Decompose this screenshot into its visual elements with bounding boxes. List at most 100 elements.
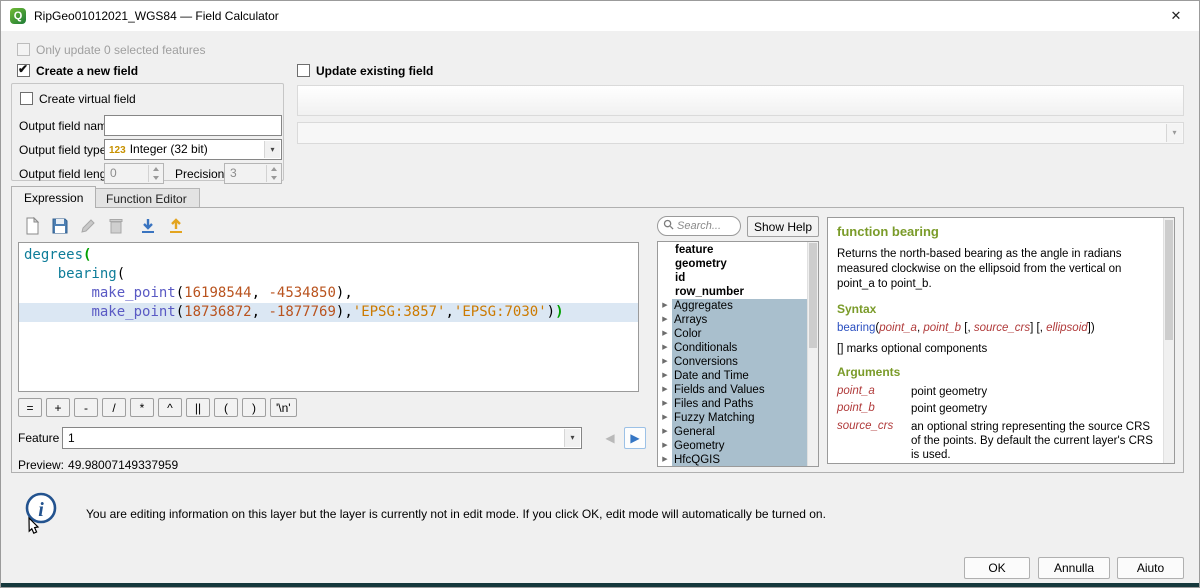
create-new-field-checkbox[interactable]: Create a new field xyxy=(17,64,138,78)
tab-function-editor[interactable]: Function Editor xyxy=(93,188,200,208)
dropdown-arrow-icon[interactable]: ▾ xyxy=(564,429,580,447)
function-group-row[interactable]: ▶Aggregates xyxy=(658,299,807,313)
function-group-row[interactable]: ▶HfcQGIS xyxy=(658,453,807,467)
expand-arrow-icon[interactable]: ▶ xyxy=(658,411,672,425)
operator-button[interactable]: '\n' xyxy=(270,398,297,417)
operator-button[interactable]: * xyxy=(130,398,154,417)
output-field-name-input[interactable] xyxy=(104,115,282,136)
function-group-label: Fields and Values xyxy=(672,383,807,397)
code-token: , xyxy=(252,304,269,320)
new-expression-button[interactable] xyxy=(20,215,44,239)
function-group-row[interactable]: ▶Conversions xyxy=(658,355,807,369)
expand-arrow-icon[interactable]: ▶ xyxy=(658,355,672,369)
next-arrow-icon: ▶ xyxy=(630,431,639,445)
function-group-label: General xyxy=(672,425,807,439)
expand-arrow-icon[interactable]: ▶ xyxy=(658,397,672,411)
function-list-scrollbar[interactable] xyxy=(807,242,818,466)
optional-note: [] marks optional components xyxy=(837,343,1153,355)
expression-tab-pane: degrees( bearing( make_point(16198544, -… xyxy=(11,207,1184,473)
function-group-row[interactable]: ▶Fields and Values xyxy=(658,383,807,397)
export-expression-button[interactable] xyxy=(164,215,188,239)
operator-button[interactable]: ^ xyxy=(158,398,182,417)
output-field-length-spinner[interactable]: 0 xyxy=(104,163,164,184)
function-group-label: HfcQGIS xyxy=(672,453,807,467)
checkbox-box[interactable] xyxy=(20,92,33,105)
function-list-item[interactable]: feature xyxy=(658,243,807,257)
checkbox-box[interactable] xyxy=(297,64,310,77)
function-group-row[interactable]: ▶Geometry xyxy=(658,439,807,453)
function-group-row[interactable]: ▶Fuzzy Matching xyxy=(658,411,807,425)
syntax-token: ]) xyxy=(1088,322,1095,334)
expand-arrow-icon[interactable]: ▶ xyxy=(658,383,672,397)
pencil-icon xyxy=(79,217,97,238)
scrollbar-thumb[interactable] xyxy=(809,243,817,348)
function-group-row[interactable]: ▶Date and Time xyxy=(658,369,807,383)
help-button[interactable]: Aiuto xyxy=(1117,557,1184,579)
output-field-length-value: 0 xyxy=(110,166,117,180)
function-search-input[interactable] xyxy=(677,220,735,232)
expression-code-line[interactable]: make_point(16198544, -4534850), xyxy=(19,284,638,303)
function-group-row[interactable]: ▶Files and Paths xyxy=(658,397,807,411)
operator-button[interactable]: + xyxy=(46,398,70,417)
feature-select[interactable]: 1 ▾ xyxy=(62,427,582,449)
precision-spinner[interactable]: 3 xyxy=(224,163,282,184)
svg-text:i: i xyxy=(38,499,44,521)
function-group-label: Color xyxy=(672,327,807,341)
cancel-button[interactable]: Annulla xyxy=(1038,557,1110,579)
expand-arrow-icon[interactable]: ▶ xyxy=(658,425,672,439)
function-list-item[interactable]: geometry xyxy=(658,257,807,271)
spinner-buttons[interactable] xyxy=(148,165,162,182)
argument-description: an optional string representing the sour… xyxy=(911,420,1153,463)
checkbox-box[interactable] xyxy=(17,64,30,77)
function-group-row[interactable]: ▶General xyxy=(658,425,807,439)
function-search-box[interactable] xyxy=(657,216,741,236)
help-scrollbar[interactable] xyxy=(1163,218,1174,463)
update-existing-field-checkbox[interactable]: Update existing field xyxy=(297,64,433,78)
code-token: ) xyxy=(555,304,563,320)
syntax-token: [, xyxy=(961,322,974,334)
scrollbar-thumb[interactable] xyxy=(1165,220,1173,340)
argument-row: point_bpoint geometry xyxy=(837,402,1153,416)
function-list-item[interactable]: id xyxy=(658,271,807,285)
function-group-row[interactable]: ▶Arrays xyxy=(658,313,807,327)
titlebar[interactable]: Q RipGeo01012021_WGS84 — Field Calculato… xyxy=(1,1,1199,31)
save-expression-button[interactable] xyxy=(48,215,72,239)
function-group-row[interactable]: ▶Conditionals xyxy=(658,341,807,355)
expand-arrow-icon[interactable]: ▶ xyxy=(658,341,672,355)
operator-button[interactable]: ) xyxy=(242,398,266,417)
show-help-button[interactable]: Show Help xyxy=(747,216,819,237)
expression-code-line[interactable]: degrees( xyxy=(19,246,638,265)
expand-arrow-icon[interactable]: ▶ xyxy=(658,313,672,327)
expand-arrow-icon[interactable]: ▶ xyxy=(658,369,672,383)
only-update-selected-label: Only update 0 selected features xyxy=(36,43,205,57)
feature-next-button[interactable]: ▶ xyxy=(624,427,646,449)
preview-value: 49.98007149337959 xyxy=(68,458,178,472)
delete-expression-button xyxy=(104,215,128,239)
operator-button[interactable]: = xyxy=(18,398,42,417)
create-new-field-group: Create virtual field Output field name O… xyxy=(11,83,284,181)
create-virtual-field-checkbox[interactable]: Create virtual field xyxy=(20,92,136,106)
function-group-row[interactable]: ▶Color xyxy=(658,327,807,341)
edit-expression-button xyxy=(76,215,100,239)
operator-button[interactable]: ( xyxy=(214,398,238,417)
expand-arrow-icon[interactable]: ▶ xyxy=(658,453,672,467)
operator-button[interactable]: - xyxy=(74,398,98,417)
expression-editor[interactable]: degrees( bearing( make_point(16198544, -… xyxy=(18,242,639,392)
output-field-type-select[interactable]: 123Integer (32 bit) ▾ xyxy=(104,139,282,160)
expression-code-line[interactable]: bearing( xyxy=(19,265,638,284)
expand-arrow-icon[interactable]: ▶ xyxy=(658,299,672,313)
expand-arrow-icon[interactable]: ▶ xyxy=(658,439,672,453)
function-group-label: Arrays xyxy=(672,313,807,327)
expression-code-line[interactable]: make_point(18736872, -1877769),'EPSG:385… xyxy=(19,303,638,322)
tab-expression[interactable]: Expression xyxy=(11,186,96,208)
dropdown-arrow-icon[interactable]: ▾ xyxy=(264,141,280,158)
import-expression-button[interactable] xyxy=(136,215,160,239)
close-button[interactable]: ✕ xyxy=(1153,1,1199,31)
ok-button[interactable]: OK xyxy=(964,557,1030,579)
operator-button[interactable]: / xyxy=(102,398,126,417)
operator-button[interactable]: || xyxy=(186,398,210,417)
expand-arrow-icon[interactable]: ▶ xyxy=(658,327,672,341)
function-list-item[interactable]: row_number xyxy=(658,285,807,299)
preview-row: Preview:49.98007149337959 xyxy=(18,458,178,472)
spinner-buttons[interactable] xyxy=(266,165,280,182)
